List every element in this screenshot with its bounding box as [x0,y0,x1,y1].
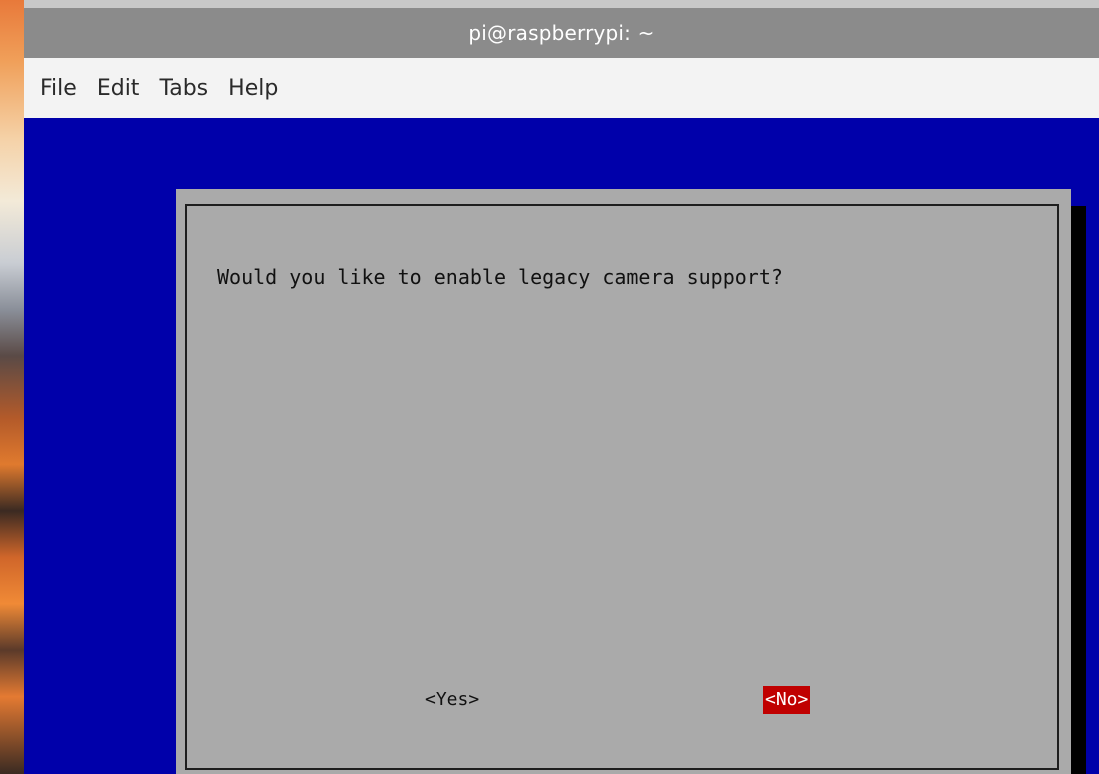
dialog-question: Would you like to enable legacy camera s… [217,265,783,289]
menu-edit[interactable]: Edit [97,76,140,101]
confirmation-dialog: Would you like to enable legacy camera s… [176,189,1071,774]
desktop-wallpaper [0,0,24,774]
dialog-frame: Would you like to enable legacy camera s… [185,204,1059,770]
terminal-window: pi@raspberrypi: ~ File Edit Tabs Help Wo… [24,8,1099,774]
menu-bar: File Edit Tabs Help [24,58,1099,118]
no-button[interactable]: <No> [763,686,811,714]
menu-tabs[interactable]: Tabs [159,76,208,101]
menu-help[interactable]: Help [228,76,278,101]
screen: pi@raspberrypi: ~ File Edit Tabs Help Wo… [0,0,1099,774]
window-title: pi@raspberrypi: ~ [468,21,655,45]
menu-file[interactable]: File [40,76,77,101]
terminal-area: Would you like to enable legacy camera s… [24,118,1099,774]
title-bar[interactable]: pi@raspberrypi: ~ [24,8,1099,58]
yes-button[interactable]: <Yes> [423,686,481,714]
